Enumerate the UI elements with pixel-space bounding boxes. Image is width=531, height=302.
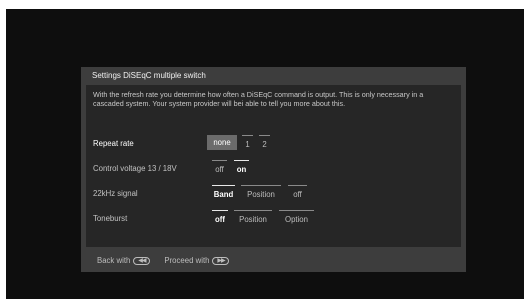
description-text: With the refresh rate you determine how … (93, 90, 424, 109)
repeat-rate-option-2[interactable]: 2 (259, 135, 270, 150)
repeat-rate-option-none[interactable]: none (207, 135, 237, 150)
toneburst-option-option[interactable]: Option (279, 210, 314, 225)
settings-panel: With the refresh rate you determine how … (86, 85, 461, 247)
diseqc-settings-dialog: Settings DiSEqC multiple switch With the… (81, 67, 466, 272)
fast-forward-button-icon[interactable]: ▶▶ (212, 256, 230, 265)
toneburst-option-position[interactable]: Position (234, 210, 272, 225)
22khz-signal-option-position[interactable]: Position (241, 185, 281, 200)
repeat-rate-label: Repeat rate (93, 139, 134, 148)
back-label: Back with (97, 256, 131, 265)
rewind-button-icon[interactable]: ◀◀ (133, 256, 151, 265)
footer-hints: Back with ◀◀ Proceed with ▶▶ (97, 256, 230, 265)
control-voltage-option-off[interactable]: off (212, 160, 227, 175)
toneburst-label: Toneburst (93, 214, 128, 223)
22khz-signal-label: 22kHz signal (93, 189, 138, 198)
22khz-signal-option-off[interactable]: off (288, 185, 307, 200)
toneburst-option-off[interactable]: off (212, 210, 228, 225)
tv-screen: Settings DiSEqC multiple switch With the… (6, 9, 524, 299)
control-voltage-option-on[interactable]: on (234, 160, 249, 175)
repeat-rate-option-1[interactable]: 1 (242, 135, 253, 150)
dialog-title: Settings DiSEqC multiple switch (92, 71, 206, 80)
proceed-label: Proceed with (164, 256, 210, 265)
control-voltage-label: Control voltage 13 / 18V (93, 164, 177, 173)
22khz-signal-option-band[interactable]: Band (212, 185, 235, 200)
